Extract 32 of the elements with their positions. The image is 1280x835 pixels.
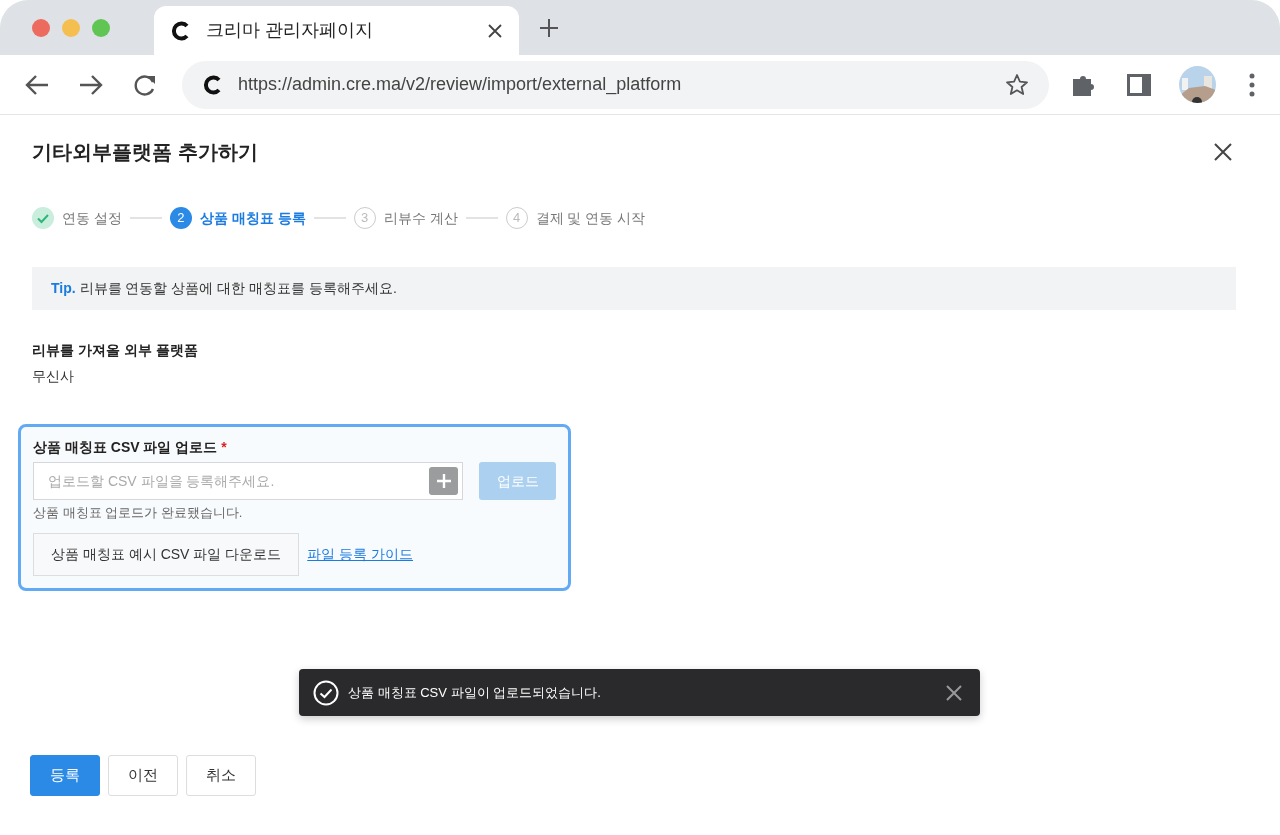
step-label: 리뷰수 계산	[383, 208, 458, 228]
close-icon[interactable]	[946, 684, 962, 701]
add-file-button[interactable]	[429, 467, 458, 495]
help-text: 상품 매칭표 업로드가 완료됐습니다.	[33, 504, 244, 522]
download-sample-button[interactable]: 상품 매칭표 예시 CSV 파일 다운로드	[33, 532, 300, 576]
url-text: https://admin.cre.ma/v2/review/import/external_platform	[238, 73, 683, 97]
star-icon[interactable]	[1005, 72, 1029, 97]
step-label: 상품 매칭표 등록	[199, 208, 306, 228]
close-icon[interactable]	[1213, 142, 1233, 162]
submit-button[interactable]: 등록	[30, 755, 100, 796]
page-title: 기타외부플랫폼 추가하기	[32, 140, 258, 165]
file-input-field[interactable]: 업로드할 CSV 파일을 등록해주세요.	[33, 462, 463, 500]
check-circle-icon	[313, 679, 339, 706]
browser-tab[interactable]: 크리마 관리자페이지	[154, 6, 519, 55]
tab-title: 크리마 관리자페이지	[206, 19, 374, 42]
toast-message: 상품 매칭표 CSV 파일이 업로드되었습니다.	[348, 683, 602, 702]
field-label: 상품 매칭표 CSV 파일 업로드 *	[33, 438, 228, 457]
action-button[interactable]: 취소	[186, 755, 256, 796]
step-label: 결제 및 연동 시작	[535, 208, 646, 228]
step-number: 2	[169, 207, 192, 229]
step-label: 연동 설정	[62, 208, 122, 228]
field-value: 무신사	[32, 367, 75, 386]
field-label: 리뷰를 가져올 외부 플랫폼	[32, 341, 199, 360]
plus-icon	[435, 473, 452, 489]
close-icon[interactable]	[487, 22, 503, 39]
guide-link[interactable]: 파일 등록 가이드	[307, 543, 413, 565]
tip-box: Tip. 리뷰를 연동할 상품에 대한 매칭표를 등록해주세요.	[32, 267, 1236, 310]
new-tab-icon[interactable]	[539, 17, 559, 38]
address-bar[interactable]: https://admin.cre.ma/v2/review/import/external_platform	[182, 60, 1049, 109]
menu-icon[interactable]	[1248, 71, 1256, 98]
action-button[interactable]: 이전	[108, 755, 178, 796]
side-panel-icon[interactable]	[1127, 72, 1151, 97]
